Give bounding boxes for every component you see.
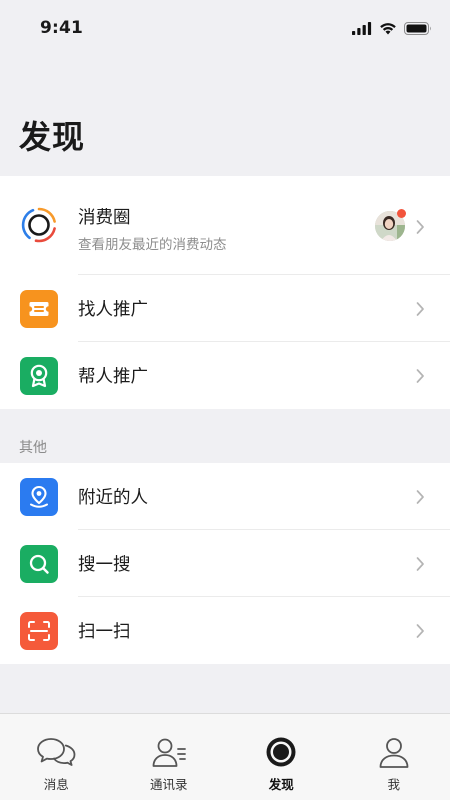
find-promoter-label: 找人推广: [78, 300, 148, 320]
tab-discover[interactable]: 发现: [225, 714, 338, 800]
discover-icon: [261, 734, 301, 770]
search-row[interactable]: 搜一搜: [0, 530, 450, 597]
scan-row[interactable]: 扫一扫: [0, 597, 450, 664]
chevron-right-icon: [416, 368, 424, 383]
moments-logo-icon: [20, 206, 58, 244]
scan-icon: [20, 611, 58, 650]
chevron-right-icon: [416, 219, 424, 234]
chevron-right-icon: [416, 556, 424, 571]
nearby-people-label: 附近的人: [78, 488, 148, 508]
help-promote-row[interactable]: 帮人推广: [0, 342, 450, 409]
new-activity-badge: [397, 209, 406, 218]
find-promoter-row[interactable]: 找人推广: [0, 275, 450, 342]
discover-group-other: 附近的人 搜一搜 扫一扫: [0, 463, 450, 664]
page-title: 发现: [19, 118, 86, 156]
signal-icon: [352, 21, 372, 35]
moments-title: 消费圈: [78, 208, 131, 228]
tab-messages[interactable]: 消息: [0, 714, 113, 800]
status-bar: 9:41: [0, 0, 450, 56]
tab-me-label: 我: [387, 777, 400, 792]
search-label: 搜一搜: [78, 555, 131, 575]
nearby-people-row[interactable]: 附近的人: [0, 463, 450, 530]
search-icon: [20, 544, 58, 583]
ticket-icon: [20, 289, 58, 328]
status-icons: [352, 21, 432, 35]
contacts-icon: [149, 734, 189, 770]
tab-contacts[interactable]: 通讯录: [113, 714, 226, 800]
moments-row[interactable]: 消费圈 查看朋友最近的消费动态: [0, 176, 450, 275]
chat-bubbles-icon: [36, 734, 76, 770]
award-icon: [20, 356, 58, 395]
chevron-right-icon: [416, 301, 424, 316]
tab-discover-label: 发现: [268, 777, 294, 792]
location-pin-icon: [20, 477, 58, 516]
tab-bar: 消息 通讯录 发现 我: [0, 713, 450, 800]
tab-me[interactable]: 我: [338, 714, 450, 800]
discover-group-main: 消费圈 查看朋友最近的消费动态 找人推广 帮人推广: [0, 176, 450, 409]
chevron-right-icon: [416, 623, 424, 638]
person-icon: [374, 734, 414, 770]
wifi-icon: [380, 22, 396, 34]
tab-contacts-label: 通讯录: [149, 777, 188, 792]
moments-subtitle: 查看朋友最近的消费动态: [78, 237, 227, 253]
status-time: 9:41: [40, 18, 84, 38]
tab-messages-label: 消息: [43, 777, 69, 792]
help-promote-label: 帮人推广: [78, 367, 148, 387]
section-label-other: 其他: [19, 440, 47, 456]
battery-icon: [404, 21, 431, 35]
chevron-right-icon: [416, 489, 424, 504]
scan-label: 扫一扫: [78, 622, 131, 642]
